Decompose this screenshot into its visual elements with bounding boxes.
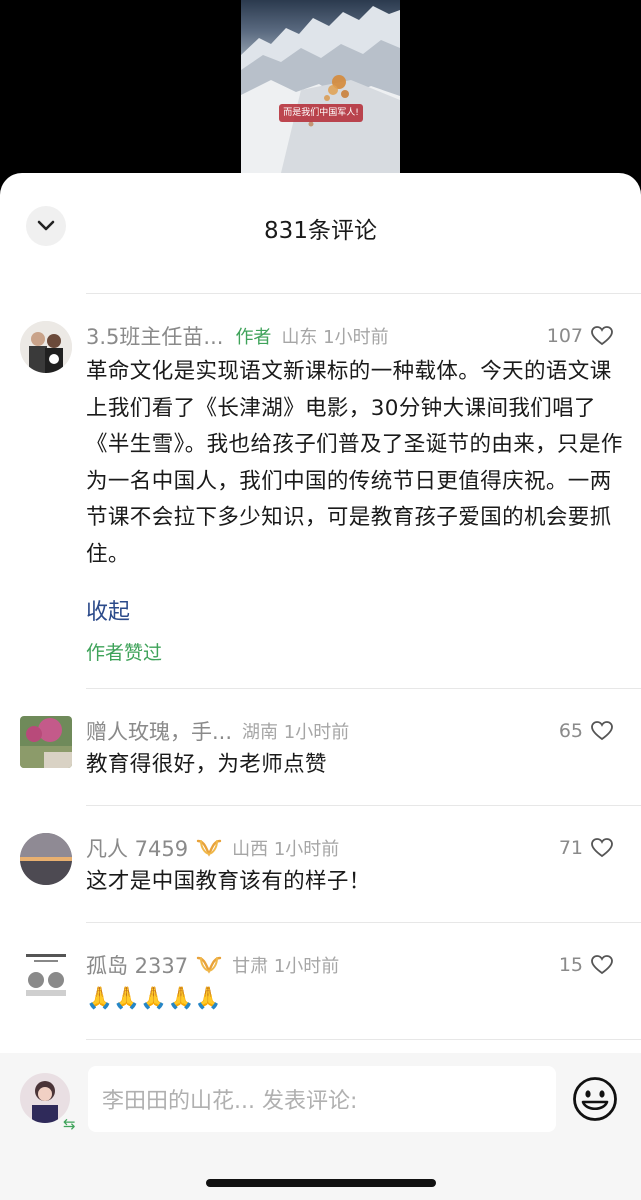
like-count: 15 bbox=[558, 954, 583, 976]
heart-icon bbox=[591, 838, 613, 858]
heart-icon bbox=[591, 326, 613, 346]
location-time: 湖南 1小时前 bbox=[242, 722, 350, 743]
author-tag: 作者 bbox=[235, 327, 272, 348]
avatar[interactable] bbox=[20, 833, 72, 885]
avatar[interactable] bbox=[20, 321, 72, 373]
location-time: 山东 1小时前 bbox=[281, 327, 389, 348]
video-area: 而是我们中国军人! bbox=[0, 0, 641, 200]
divider bbox=[86, 805, 641, 806]
commenter-name[interactable]: 赠人玫瑰，手... bbox=[86, 716, 232, 746]
comment-count-title: 831条评论 bbox=[264, 218, 377, 244]
divider bbox=[86, 922, 641, 923]
comment-text: 这才是中国教育该有的样子！ bbox=[86, 869, 371, 894]
avatar[interactable] bbox=[20, 950, 72, 1002]
home-indicator[interactable] bbox=[206, 1179, 436, 1187]
divider bbox=[86, 1039, 641, 1040]
emoji-icon[interactable] bbox=[572, 1076, 618, 1122]
like-count: 71 bbox=[558, 837, 583, 859]
comment-text: 革命文化是实现语文新课标的一种载体。今天的语文课上我们看了《长津湖》电影，30分… bbox=[86, 359, 623, 567]
comment-input[interactable]: 李田田的山花... 发表评论: bbox=[88, 1066, 556, 1132]
like-count: 65 bbox=[558, 720, 583, 742]
comment-meta: 孤岛 2337 甘肃 1小时前 bbox=[86, 950, 531, 980]
video-thumbnail[interactable]: 而是我们中国军人! bbox=[241, 0, 400, 173]
comment-meta: 3.5班主任苗... 作者 山东 1小时前 bbox=[86, 321, 531, 351]
divider bbox=[86, 293, 641, 294]
collapse-text-link[interactable]: 收起 bbox=[86, 594, 130, 626]
commenter-name[interactable]: 凡人 7459 bbox=[86, 833, 188, 863]
like-button[interactable]: 71 bbox=[559, 833, 613, 863]
heart-icon bbox=[591, 721, 613, 741]
vip-badge-icon bbox=[196, 956, 222, 974]
like-button[interactable]: 65 bbox=[559, 716, 613, 746]
heart-icon bbox=[591, 955, 613, 975]
like-button[interactable]: 15 bbox=[559, 950, 613, 980]
commenter-name[interactable]: 3.5班主任苗... bbox=[86, 321, 223, 351]
comment-meta: 凡人 7459 山西 1小时前 bbox=[86, 833, 531, 863]
comment-meta: 赠人玫瑰，手... 湖南 1小时前 bbox=[86, 716, 531, 746]
commenter-name[interactable]: 孤岛 2337 bbox=[86, 950, 188, 980]
divider bbox=[86, 688, 641, 689]
sheet-header: 831条评论 bbox=[0, 173, 641, 294]
like-count: 107 bbox=[546, 325, 583, 347]
video-subtitle: 而是我们中国军人! bbox=[279, 104, 363, 122]
comment-sheet: 831条评论 3.5班主任苗... 作者 山东 1小时前 107 革命文化是实现… bbox=[0, 173, 641, 1200]
avatar[interactable] bbox=[20, 716, 72, 768]
author-liked-label: 作者赞过 bbox=[86, 642, 163, 664]
vip-badge-icon bbox=[196, 839, 222, 857]
comment-composer-bar: ⇆ 李田田的山花... 发表评论: bbox=[0, 1053, 641, 1200]
comment-text: 🙏🙏🙏🙏🙏 bbox=[86, 986, 222, 1011]
location-time: 山西 1小时前 bbox=[232, 839, 340, 860]
like-button[interactable]: 107 bbox=[547, 321, 613, 351]
comment-text: 教育得很好，为老师点赞 bbox=[86, 752, 327, 777]
switch-identity-icon[interactable]: ⇆ bbox=[63, 1115, 76, 1133]
location-time: 甘肃 1小时前 bbox=[232, 956, 340, 977]
